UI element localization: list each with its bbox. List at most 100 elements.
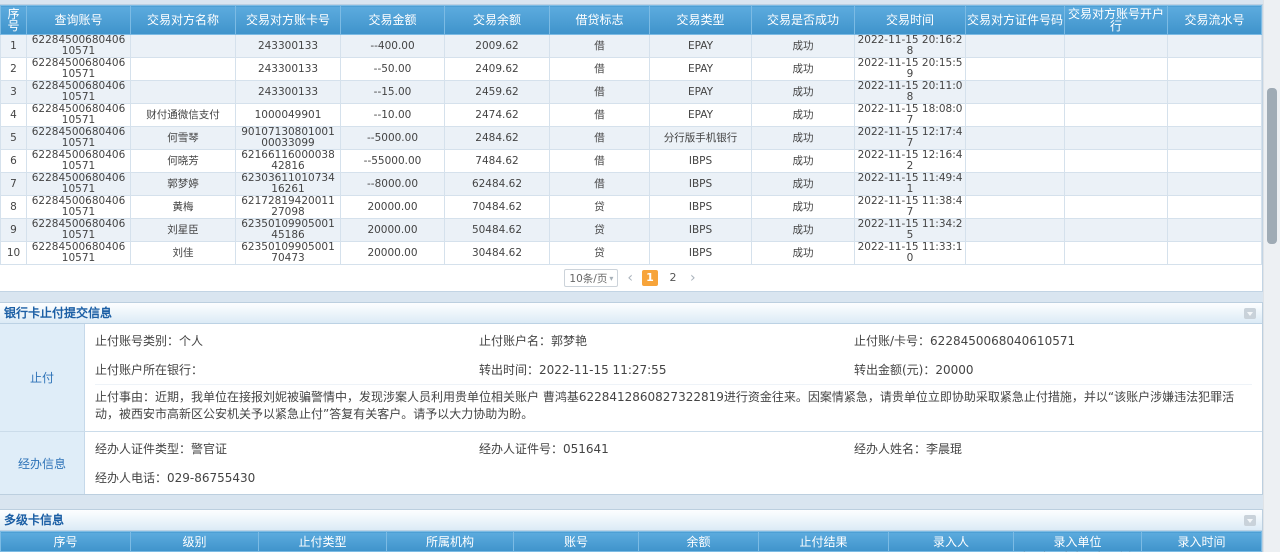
table-cell: 2022-11-15 11:49:41 (855, 173, 966, 196)
table-cell: 6 (1, 150, 27, 173)
table-cell: 2022-11-15 11:38:47 (855, 196, 966, 219)
table-cell: 贷 (550, 242, 650, 265)
page-button-2[interactable]: 2 (665, 270, 681, 286)
column-header: 交易金额 (341, 6, 445, 35)
handler-fields: 经办人证件类型：警官证 经办人证件号：051641 经办人姓名：李晨琨 经办人电… (85, 432, 1262, 494)
table-cell: 2022-11-15 18:08:07 (855, 104, 966, 127)
table-cell: 6216611600003842816 (236, 150, 341, 173)
table-cell (1065, 104, 1168, 127)
page-size-select[interactable]: 10条/页 ▾ (564, 269, 618, 287)
table-cell: 6228450068040610571 (27, 81, 131, 104)
collapse-icon[interactable] (1244, 308, 1256, 319)
handler-info-group: 经办信息 经办人证件类型：警官证 经办人证件号：051641 经办人姓名：李晨琨… (0, 431, 1262, 494)
header-row: 序号级别止付类型所属机构账号余额止付结果录入人录入单位录入时间 (1, 532, 1262, 552)
table-cell (131, 58, 236, 81)
table-cell: 6228450068040610571 (27, 58, 131, 81)
table-cell: 6235010990500145186 (236, 219, 341, 242)
column-header: 交易余额 (445, 6, 550, 35)
table-row: 86228450068040610571黄梅621728194200112709… (1, 196, 1262, 219)
table-cell: 10 (1, 242, 27, 265)
table-cell: 2022-11-15 20:16:28 (855, 35, 966, 58)
group-label-handler: 经办信息 (0, 432, 85, 494)
page-size-label: 10条/页 (569, 271, 607, 286)
table-cell: 6230361101073416261 (236, 173, 341, 196)
table-cell (1065, 35, 1168, 58)
table-cell: 借 (550, 173, 650, 196)
section-title: 银行卡止付提交信息 (4, 306, 112, 320)
table-cell: 20000.00 (341, 196, 445, 219)
table-cell: 黄梅 (131, 196, 236, 219)
table-cell: 借 (550, 81, 650, 104)
vertical-scrollbar[interactable] (1263, 0, 1280, 552)
table-cell: 243300133 (236, 81, 341, 104)
table-cell: 62484.62 (445, 173, 550, 196)
table-row: 76228450068040610571郭梦婷62303611010734162… (1, 173, 1262, 196)
table-cell: 2009.62 (445, 35, 550, 58)
table-cell (1168, 173, 1262, 196)
prev-page-button[interactable]: ‹ (625, 270, 635, 286)
table-row: 106228450068040610571刘佳62350109905001704… (1, 242, 1262, 265)
table-cell: 借 (550, 127, 650, 150)
table-cell: 成功 (752, 173, 855, 196)
column-header: 止付类型 (259, 532, 387, 552)
stop-payment-group: 止付 止付账号类别：个人 止付账户名：郭梦艳 止付账/卡号：6228450068… (0, 324, 1262, 431)
transactions-table: 序号查询账号交易对方名称交易对方账卡号交易金额交易余额借贷标志交易类型交易是否成… (0, 5, 1262, 265)
table-cell: 成功 (752, 150, 855, 173)
table-cell: 成功 (752, 104, 855, 127)
table-cell (1168, 104, 1262, 127)
table-cell (1168, 150, 1262, 173)
next-page-button[interactable]: › (688, 270, 698, 286)
table-cell (1065, 242, 1168, 265)
field-account-bank: 止付账户所在银行： (95, 361, 479, 378)
column-header: 交易类型 (650, 6, 752, 35)
field-row: 止付账户所在银行： 转出时间：2022-11-15 11:27:55 转出金额(… (95, 355, 1252, 384)
table-cell (1168, 127, 1262, 150)
chevron-down-icon: ▾ (609, 274, 613, 283)
collapse-icon[interactable] (1244, 515, 1256, 526)
field-row: 经办人证件类型：警官证 经办人证件号：051641 经办人姓名：李晨琨 (95, 434, 1252, 463)
table-cell (966, 242, 1065, 265)
table-cell: 借 (550, 104, 650, 127)
stop-payment-panel: 银行卡止付提交信息 止付 止付账号类别：个人 止付账户名：郭梦艳 止付账/卡号：… (0, 302, 1263, 495)
table-cell: IBPS (650, 173, 752, 196)
table-cell: 30484.62 (445, 242, 550, 265)
field-account-name: 止付账户名：郭梦艳 (479, 332, 854, 349)
table-cell (1168, 196, 1262, 219)
field-card-number: 止付账/卡号：6228450068040610571 (854, 332, 1252, 349)
table-cell: 7 (1, 173, 27, 196)
multi-card-section-header: 多级卡信息 (0, 510, 1262, 531)
column-header: 级别 (131, 532, 259, 552)
table-cell: 2459.62 (445, 81, 550, 104)
table-cell: --15.00 (341, 81, 445, 104)
table-cell: 6228450068040610571 (27, 219, 131, 242)
section-title: 多级卡信息 (4, 513, 64, 527)
table-cell: --50.00 (341, 58, 445, 81)
column-header: 交易对方账号开户行 (1065, 6, 1168, 35)
table-cell: 243300133 (236, 58, 341, 81)
page-button-1[interactable]: 1 (642, 270, 658, 286)
scrollbar-thumb[interactable] (1267, 88, 1277, 244)
table-cell: 2022-11-15 11:33:10 (855, 242, 966, 265)
multi-card-table: 序号级别止付类型所属机构账号余额止付结果录入人录入单位录入时间1一级第三方止付中… (0, 531, 1262, 552)
column-header: 账号 (514, 532, 639, 552)
table-cell: 243300133 (236, 35, 341, 58)
table-cell: 分行版手机银行 (650, 127, 752, 150)
table-cell (1065, 58, 1168, 81)
table-cell: 20000.00 (341, 219, 445, 242)
table-row: 96228450068040610571刘星臣62350109905001451… (1, 219, 1262, 242)
stop-payment-fields: 止付账号类别：个人 止付账户名：郭梦艳 止付账/卡号：6228450068040… (85, 324, 1262, 431)
table-cell: 2022-11-15 11:34:25 (855, 219, 966, 242)
column-header: 借贷标志 (550, 6, 650, 35)
table-cell (1168, 81, 1262, 104)
table-cell (1168, 219, 1262, 242)
table-cell: 1000049901 (236, 104, 341, 127)
table-cell: 2409.62 (445, 58, 550, 81)
table-cell (966, 58, 1065, 81)
table-cell (1168, 58, 1262, 81)
table-cell: 贷 (550, 196, 650, 219)
table-row: 16228450068040610571243300133--400.00200… (1, 35, 1262, 58)
table-cell (131, 81, 236, 104)
table-cell: 2022-11-15 12:16:42 (855, 150, 966, 173)
stop-payment-section-header: 银行卡止付提交信息 (0, 303, 1262, 324)
table-cell: --400.00 (341, 35, 445, 58)
